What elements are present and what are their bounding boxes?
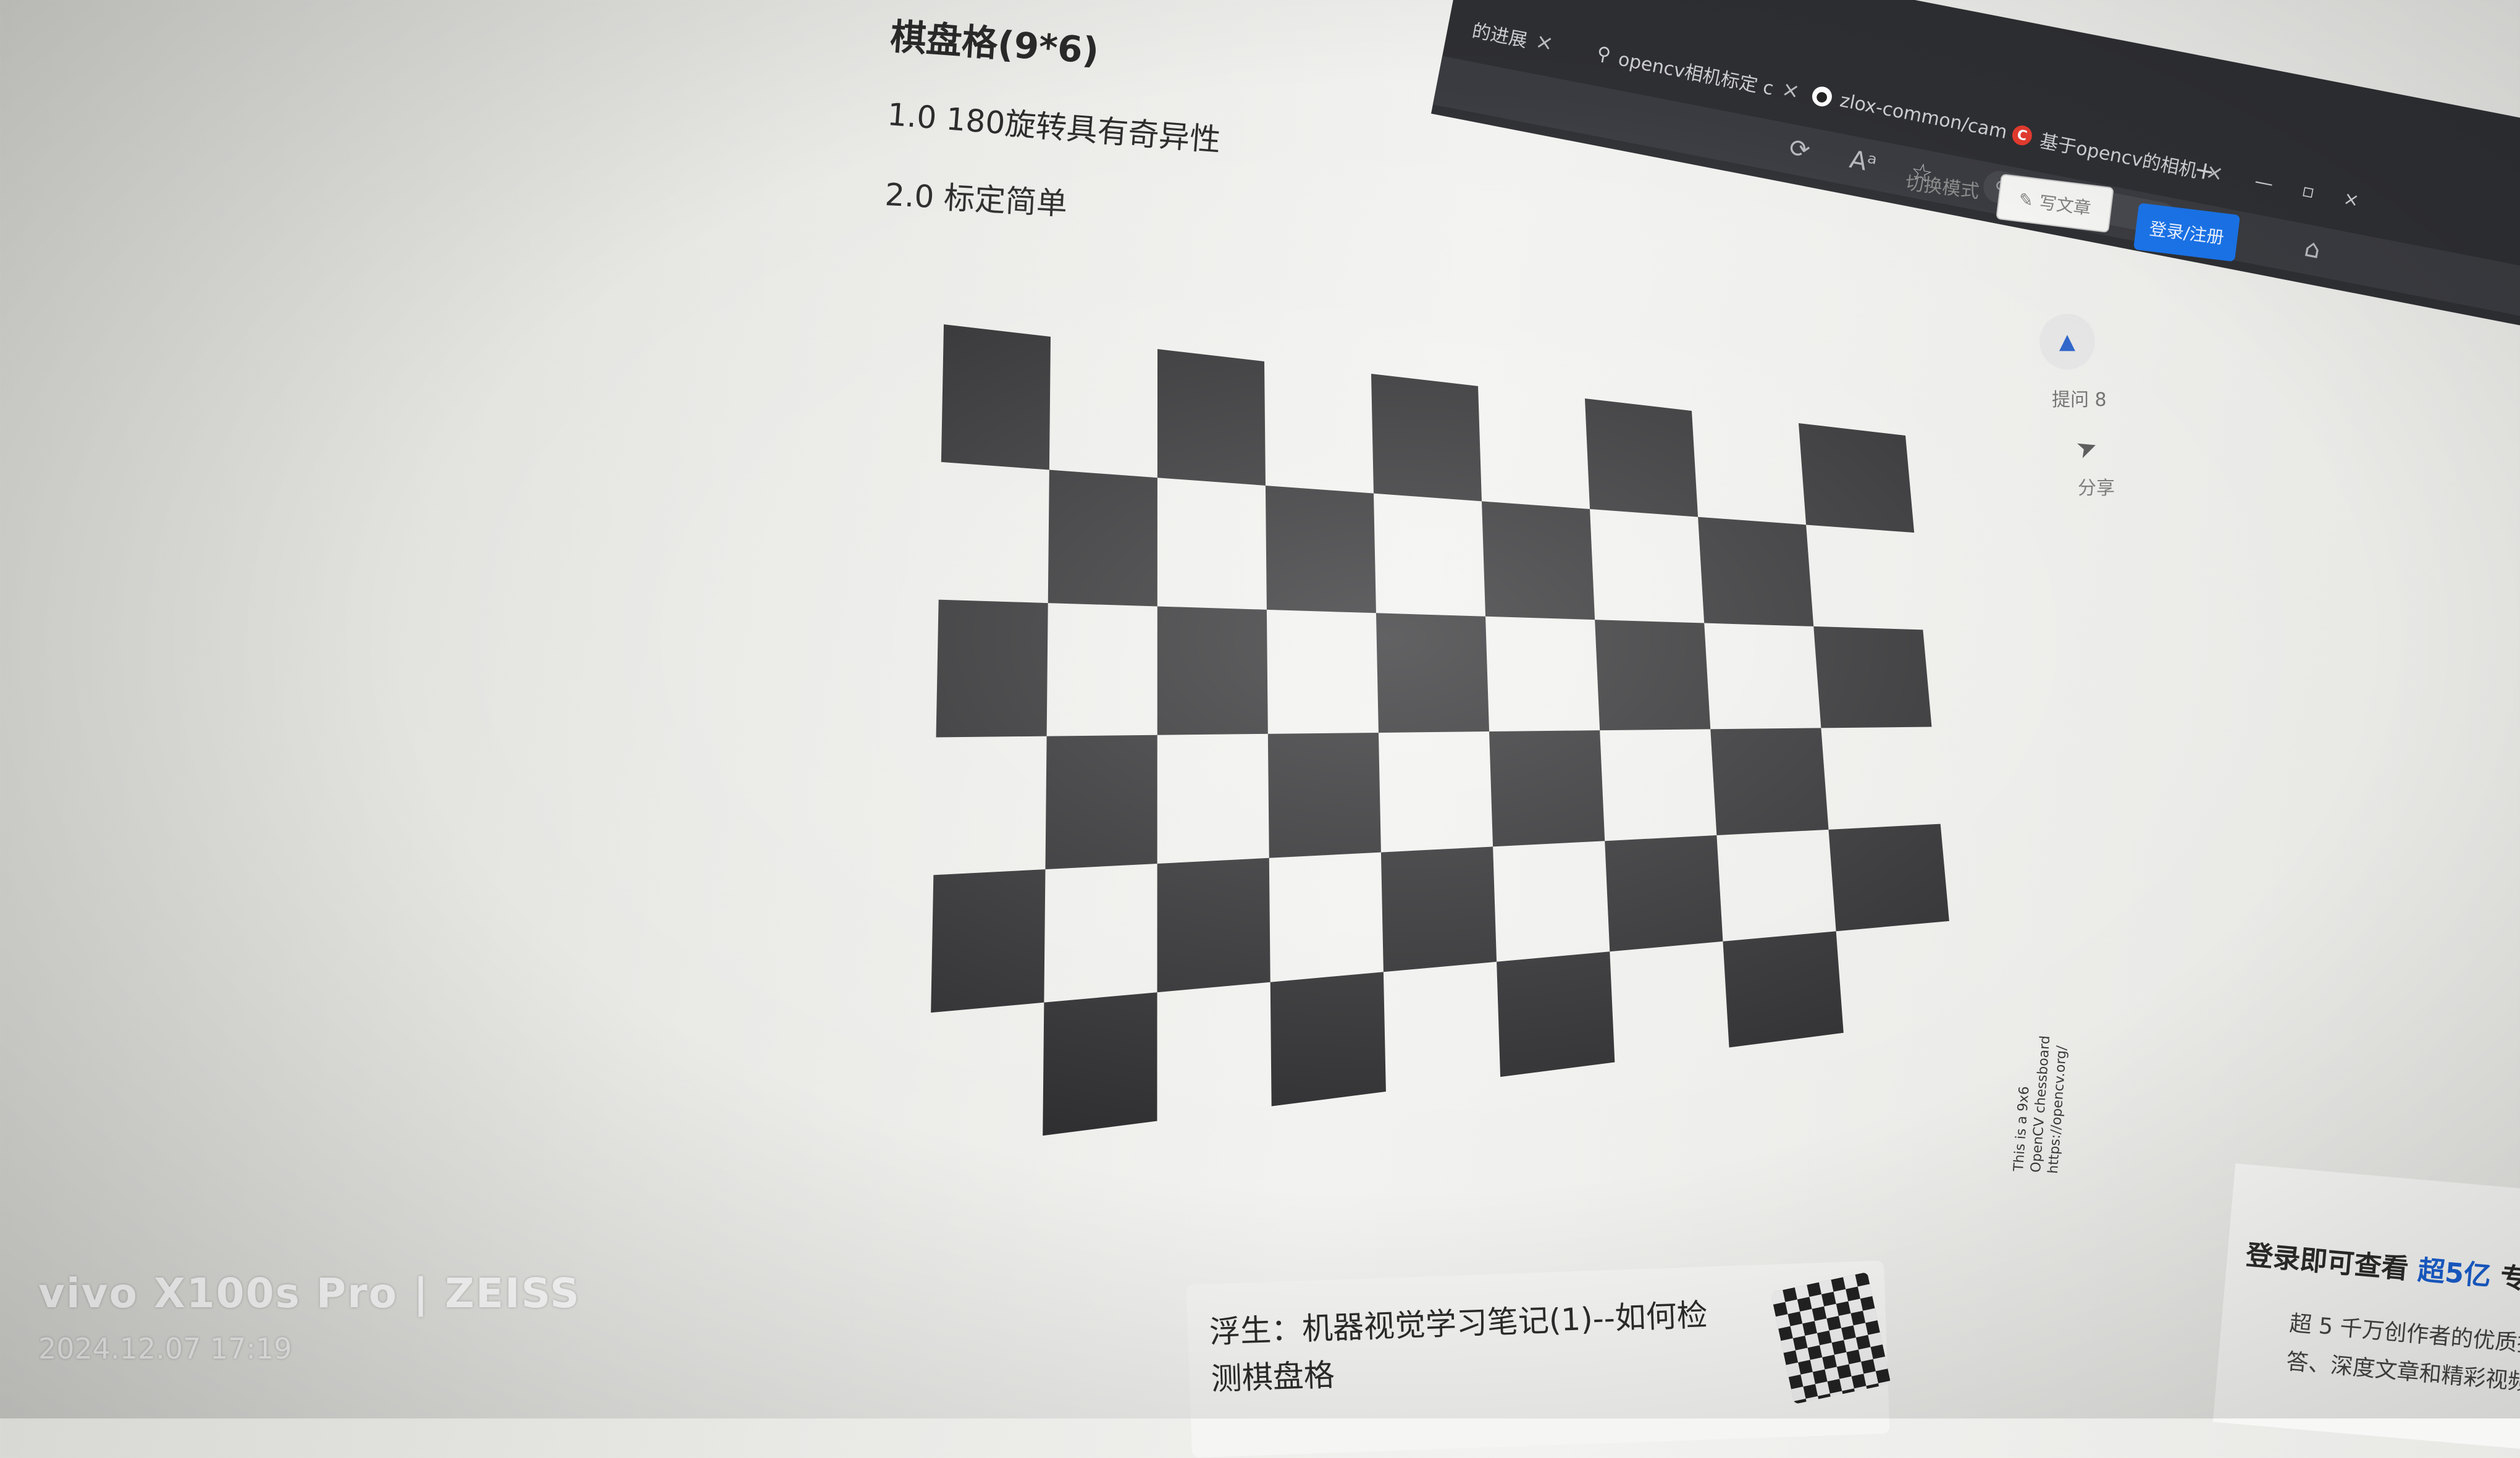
chessboard-square: [1497, 951, 1615, 1077]
chessboard-image: [931, 324, 1949, 1136]
chessboard-square: [1595, 620, 1711, 731]
chessboard-square: [1045, 735, 1157, 870]
chessboard-square: [1380, 846, 1497, 972]
chessboard-square: [1157, 606, 1268, 735]
chessboard-square: [1813, 626, 1932, 728]
chessboard-square: [1048, 470, 1157, 607]
chessboard-square: [1828, 824, 1949, 932]
recommended-article-card[interactable]: 浮生：机器视觉学习笔记(1)--如何检测棋盘格: [1186, 1260, 1891, 1458]
photo-timestamp: 2024.12.07 17:19: [38, 1332, 292, 1365]
promo-title: 登录即可查看 超5亿 专业: [2245, 1233, 2520, 1299]
chessboard-square: [1157, 858, 1270, 993]
camera-brand: vivo X100s Pro | ZEISS: [38, 1270, 581, 1317]
chessboard-square: [1710, 728, 1829, 836]
login-promo-panel: 登录即可查看 超5亿 专业 超 5 千万创作者的优质提问、 答、深度文章和精彩视…: [2212, 1163, 2520, 1450]
promo-title-suffix: 专业: [2498, 1262, 2520, 1298]
chessboard-square: [1585, 398, 1699, 517]
chessboard-square: [1270, 972, 1386, 1106]
camera-watermark: vivo X100s Pro | ZEISS 2024.12.07 17:19: [38, 1270, 581, 1365]
chessboard-square: [1489, 730, 1605, 847]
chessboard-square: [1157, 349, 1266, 486]
chessboard-square: [1267, 732, 1381, 858]
chessboard-square: [1698, 516, 1814, 626]
promo-title-prefix: 登录即可查看: [2245, 1239, 2410, 1286]
chessboard-square: [936, 599, 1048, 738]
chessboard-square: [1482, 501, 1595, 620]
recommended-article-title[interactable]: 浮生：机器视觉学习笔记(1)--如何检测棋盘格: [1209, 1291, 1737, 1403]
chessboard-square: [1799, 423, 1915, 533]
chessboard-square: [1723, 931, 1844, 1048]
promo-title-highlight: 超5亿: [2416, 1254, 2493, 1292]
chessboard-square: [941, 324, 1051, 470]
chessboard-square: [1605, 835, 1723, 952]
recommended-article-thumbnail[interactable]: [1770, 1271, 1891, 1405]
chessboard-square: [1043, 992, 1157, 1136]
chessboard-square: [1376, 613, 1490, 733]
chessboard-square: [1265, 485, 1376, 613]
chessboard-square: [1371, 374, 1482, 502]
chessboard-square: [931, 869, 1046, 1013]
promo-body: 超 5 千万创作者的优质提问、 答、深度文章和精彩视频尽在: [2285, 1305, 2520, 1408]
